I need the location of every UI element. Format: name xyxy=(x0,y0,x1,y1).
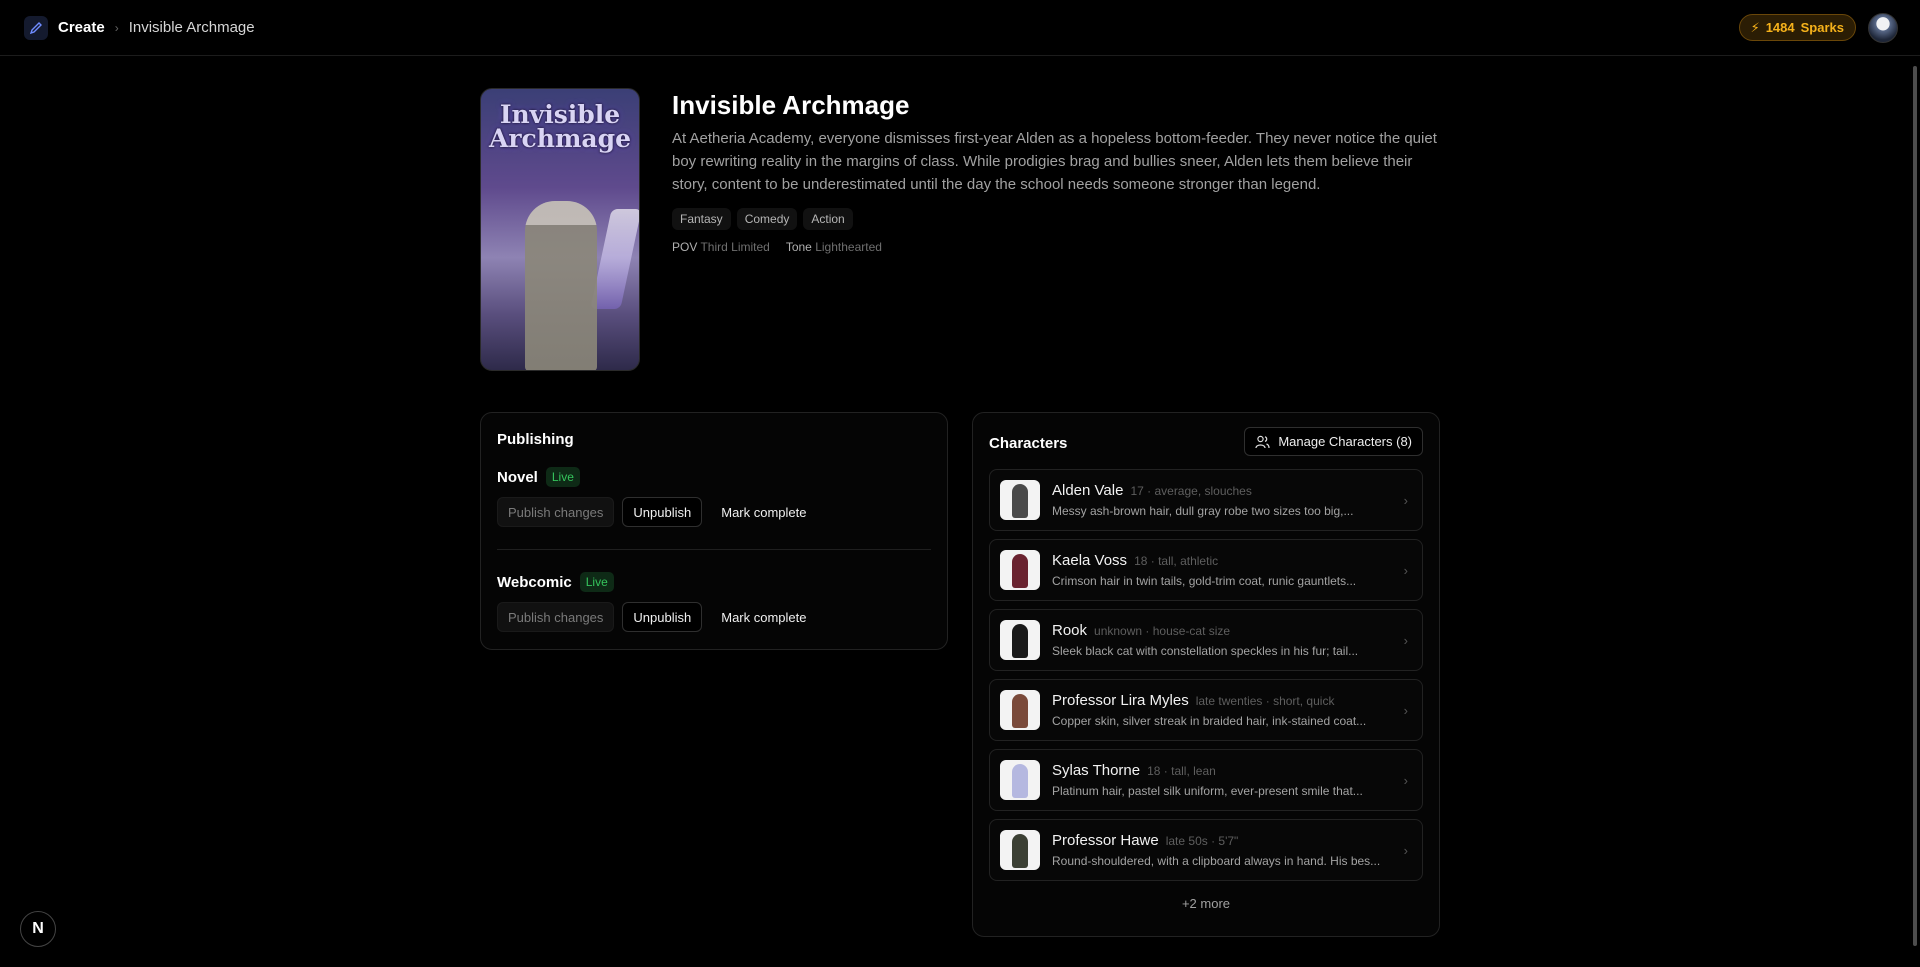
chevron-right-icon: › xyxy=(1403,703,1408,718)
character-avatar xyxy=(1000,760,1040,800)
lightning-icon: ⚡ xyxy=(1750,19,1760,35)
character-attributes: late 50s · 5'7" xyxy=(1165,834,1239,848)
novel-label: Novel xyxy=(497,468,538,486)
character-attributes: 17 · average, slouches xyxy=(1130,484,1252,498)
user-avatar[interactable] xyxy=(1868,12,1898,43)
tone-meta: Tone Lighthearted xyxy=(785,240,882,254)
character-attributes: 18 · tall, athletic xyxy=(1134,554,1219,568)
webcomic-mark-complete-button[interactable]: Mark complete xyxy=(710,602,817,632)
tag-comedy: Comedy xyxy=(736,208,798,230)
character-avatar xyxy=(1000,830,1040,870)
users-icon xyxy=(1255,435,1270,448)
character-card-professor-hawe[interactable]: Professor Hawe late 50s · 5'7" Round-sho… xyxy=(989,819,1423,881)
novel-unpublish-button[interactable]: Unpublish xyxy=(622,497,703,527)
manage-characters-button[interactable]: Manage Characters (8) xyxy=(1244,427,1423,456)
scrollbar[interactable] xyxy=(1913,66,1917,946)
character-card-rook[interactable]: Rook unknown · house-cat size Sleek blac… xyxy=(989,609,1423,671)
character-name: Professor Lira Myles xyxy=(1052,692,1189,709)
character-name: Kaela Voss xyxy=(1052,552,1128,569)
story-cover-image: Invisible Archmage xyxy=(480,88,640,371)
publishing-panel: Publishing Novel Live Publish changes Un… xyxy=(480,412,948,650)
character-card-alden-vale[interactable]: Alden Vale 17 · average, slouches Messy … xyxy=(989,469,1423,531)
n-logo-button[interactable]: N xyxy=(20,911,56,947)
chevron-right-icon: › xyxy=(1403,563,1408,578)
genre-tags: Fantasy Comedy Action xyxy=(672,208,853,230)
character-description: Copper skin, silver streak in braided ha… xyxy=(1052,714,1367,728)
character-attributes: 18 · tall, lean xyxy=(1147,764,1216,778)
character-attributes: unknown · house-cat size xyxy=(1094,624,1231,638)
character-name: Sylas Thorne xyxy=(1052,762,1141,779)
cover-title-art: Invisible Archmage xyxy=(488,100,631,153)
character-description: Platinum hair, pastel silk uniform, ever… xyxy=(1052,784,1363,798)
character-description: Round-shouldered, with a clipboard alway… xyxy=(1052,854,1381,868)
character-description: Messy ash-brown hair, dull gray robe two… xyxy=(1052,504,1354,518)
character-avatar xyxy=(1000,690,1040,730)
chevron-right-icon: › xyxy=(1403,773,1408,788)
pen-icon[interactable] xyxy=(24,15,48,40)
webcomic-label: Webcomic xyxy=(497,573,572,591)
character-name: Rook xyxy=(1052,622,1088,639)
pov-meta: POV Third Limited xyxy=(672,240,770,254)
character-card-lira-myles[interactable]: Professor Lira Myles late twenties · sho… xyxy=(989,679,1423,741)
characters-panel: Characters Manage Characters (8) Alden V… xyxy=(972,412,1440,937)
story-description: At Aetheria Academy, everyone dismisses … xyxy=(672,130,1437,193)
chevron-right-icon: › xyxy=(1403,633,1408,648)
character-attributes: late twenties · short, quick xyxy=(1195,694,1335,708)
more-characters-link[interactable]: +2 more xyxy=(973,896,1439,911)
character-description: Sleek black cat with constellation speck… xyxy=(1052,644,1359,658)
character-avatar xyxy=(1000,550,1040,590)
breadcrumb-create-link[interactable]: Create xyxy=(58,19,105,36)
sparks-count: 1484 xyxy=(1765,20,1795,35)
breadcrumb-current: Invisible Archmage xyxy=(128,19,255,36)
webcomic-actions: Publish changes Unpublish Mark complete xyxy=(497,602,817,632)
character-avatar xyxy=(1000,620,1040,660)
webcomic-status-badge: Live xyxy=(579,572,614,592)
novel-status-badge: Live xyxy=(545,467,580,487)
characters-title: Characters xyxy=(989,435,1068,452)
novel-mark-complete-button[interactable]: Mark complete xyxy=(710,497,817,527)
character-list: Alden Vale 17 · average, slouches Messy … xyxy=(989,469,1423,889)
chevron-right-icon: › xyxy=(1403,843,1408,858)
character-name: Professor Hawe xyxy=(1052,832,1159,849)
tag-action: Action xyxy=(803,208,853,230)
character-name: Alden Vale xyxy=(1052,482,1124,499)
publishing-title: Publishing xyxy=(497,431,574,448)
webcomic-unpublish-button[interactable]: Unpublish xyxy=(622,602,703,632)
divider xyxy=(497,549,931,550)
top-bar: Create › Invisible Archmage ⚡ 1484 Spark… xyxy=(0,0,1920,56)
webcomic-row-title: Webcomic Live xyxy=(497,572,614,592)
chevron-right-icon: › xyxy=(1403,493,1408,508)
sparks-balance-button[interactable]: ⚡ 1484 Sparks xyxy=(1738,14,1856,41)
cover-character-artwork xyxy=(525,201,597,370)
character-avatar xyxy=(1000,480,1040,520)
manage-characters-label: Manage Characters (8) xyxy=(1278,434,1412,449)
story-meta: POV Third Limited Tone Lighthearted xyxy=(672,240,882,254)
novel-actions: Publish changes Unpublish Mark complete xyxy=(497,497,817,527)
character-description: Crimson hair in twin tails, gold-trim co… xyxy=(1052,574,1357,588)
webcomic-publish-changes-button[interactable]: Publish changes xyxy=(497,602,615,632)
novel-row-title: Novel Live xyxy=(497,467,580,487)
story-title: Invisible Archmage xyxy=(672,90,910,120)
character-card-kaela-voss[interactable]: Kaela Voss 18 · tall, athletic Crimson h… xyxy=(989,539,1423,601)
novel-publish-changes-button[interactable]: Publish changes xyxy=(497,497,615,527)
character-card-sylas-thorne[interactable]: Sylas Thorne 18 · tall, lean Platinum ha… xyxy=(989,749,1423,811)
sparks-label: Sparks xyxy=(1800,20,1844,35)
tag-fantasy: Fantasy xyxy=(672,208,731,230)
breadcrumb: Create › Invisible Archmage xyxy=(24,15,255,40)
lightning-artwork xyxy=(590,209,639,309)
chevron-right-icon: › xyxy=(114,20,119,35)
